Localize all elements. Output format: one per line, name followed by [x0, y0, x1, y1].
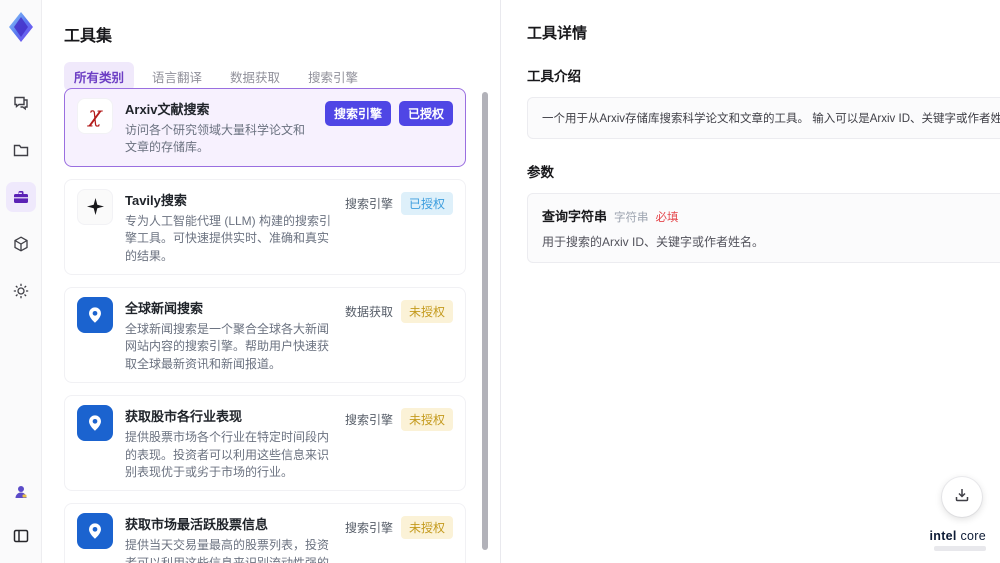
panel-toggle-icon — [12, 527, 30, 545]
rail-nav — [5, 88, 36, 306]
sidebar-item-tools[interactable] — [5, 182, 36, 212]
rail-bottom — [6, 477, 36, 551]
scrollbar-track — [482, 92, 488, 559]
param-type: 字符串 — [614, 212, 649, 224]
status-badge: 未授权 — [400, 516, 453, 540]
intel-wordmark: intel — [929, 529, 957, 543]
gear-icon — [12, 282, 30, 300]
sidebar-item-settings[interactable] — [6, 276, 36, 306]
category-tab[interactable]: 搜索引擎 — [298, 62, 368, 91]
core-wordmark: core — [960, 529, 986, 543]
tool-info: Tavily搜索 专为人工智能代理 (LLM) 构建的搜索引擎工具。可快速提供实… — [125, 189, 333, 265]
intro-box: 一个用于从Arxiv存储库搜索科学论文和文章的工具。 输入可以是Arxiv ID… — [527, 97, 1000, 139]
intel-core-logo: intel core — [929, 529, 986, 551]
sidebar-item-models[interactable] — [6, 229, 36, 259]
map-pin-icon — [89, 415, 101, 431]
status-badge: 已授权 — [400, 191, 453, 215]
detail-title: 工具详情 — [527, 25, 588, 42]
params-list: 查询字符串 字符串 必填 用于搜索的Arxiv ID、关键字或作者姓名。 — [527, 193, 1000, 263]
param-name: 查询字符串 — [542, 209, 608, 224]
status-badge: 未授权 — [400, 299, 453, 323]
download-button[interactable] — [942, 477, 982, 517]
chat-icon — [12, 94, 30, 112]
arxiv-icon: χ — [88, 103, 102, 128]
category-badge: 搜索引擎 — [324, 101, 391, 126]
cube-icon — [12, 235, 30, 253]
param-description: 用于搜索的Arxiv ID、关键字或作者姓名。 — [542, 235, 765, 249]
tool-card[interactable]: χ Tavily搜索 — [64, 178, 466, 275]
collapse-panel-button[interactable] — [6, 521, 36, 551]
tool-name: 获取股市各行业表现 — [125, 409, 243, 425]
status-badge: 未授权 — [400, 408, 453, 432]
tool-description: 全球新闻搜索是一个聚合全球各大新闻网站内容的搜索引擎。帮助用户快速获取全球最新资… — [125, 321, 330, 371]
tool-card[interactable]: χ Arxiv文献搜索 访问各个研究领域大量科学论文和文章的存储库。 搜索引擎 … — [64, 88, 466, 167]
category-tab[interactable]: 语言翻译 — [142, 62, 212, 91]
sidebar-item-files[interactable] — [6, 135, 36, 165]
category-badge: 搜索引擎 — [344, 413, 393, 428]
tool-info: 全球新闻搜索 全球新闻搜索是一个聚合全球各大新闻网站内容的搜索引擎。帮助用户快速… — [125, 297, 333, 373]
tools-panel: 工具集 所有类别 语言翻译 数据获取 搜索引擎 χ Arxiv文献搜索 访问各个… — [42, 0, 500, 563]
category-badge: 搜索引擎 — [344, 521, 393, 536]
category-badge: 搜索引擎 — [344, 196, 393, 211]
tool-name: Tavily搜索 — [125, 192, 187, 208]
scrollbar-thumb[interactable] — [482, 92, 488, 550]
tool-description: 访问各个研究领域大量科学论文和文章的存储库。 — [125, 123, 306, 155]
tool-badges: 搜索引擎 未授权 — [344, 408, 453, 432]
star-icon — [86, 198, 104, 216]
user-avatar-button[interactable] — [6, 477, 36, 507]
tool-description: 提供当天交易量最高的股票列表，投资者可以利用这些信息来识别流动性强的股票和潜在的… — [125, 538, 330, 563]
tool-name: 获取市场最活跃股票信息 — [125, 517, 269, 533]
intro-text: 一个用于从Arxiv存储库搜索科学论文和文章的工具。 输入可以是Arxiv ID… — [542, 113, 1000, 125]
tool-info: 获取股市各行业表现 提供股票市场各个行业在特定时间段内的表现。投资者可以利用这些… — [125, 405, 333, 481]
icon-rail — [0, 0, 42, 563]
folder-icon — [12, 141, 30, 159]
intel-ultra-badge — [934, 546, 986, 551]
app-window: 工具集 所有类别 语言翻译 数据获取 搜索引擎 χ Arxiv文献搜索 访问各个… — [0, 0, 1000, 563]
map-pin-icon — [89, 523, 101, 539]
app-logo — [7, 10, 35, 44]
map-pin-icon — [89, 307, 101, 323]
category-tab[interactable]: 数据获取 — [220, 62, 290, 91]
param-box: 查询字符串 字符串 必填 用于搜索的Arxiv ID、关键字或作者姓名。 — [527, 193, 1000, 263]
tool-card[interactable]: χ 获取市场最活跃股票信息 — [64, 503, 466, 563]
tool-info: Arxiv文献搜索 访问各个研究领域大量科学论文和文章的存储库。 — [125, 98, 313, 157]
category-tab[interactable]: 所有类别 — [64, 62, 135, 91]
tool-card[interactable]: χ 获取股市各行业表现 — [64, 395, 466, 492]
tool-icon: χ — [77, 188, 113, 225]
intro-heading: 工具介绍 — [527, 69, 581, 84]
tool-icon: χ — [77, 513, 113, 550]
param-head: 查询字符串 字符串 必填 — [542, 206, 1000, 225]
category-badge: 数据获取 — [344, 304, 393, 319]
tool-info: 获取市场最活跃股票信息 提供当天交易量最高的股票列表，投资者可以利用这些信息来识… — [125, 513, 333, 563]
tool-icon: χ — [77, 98, 113, 134]
briefcase-icon — [12, 188, 30, 206]
user-icon — [12, 483, 30, 501]
page-title: 工具集 — [64, 28, 113, 45]
params-heading: 参数 — [527, 165, 554, 180]
tool-name: 全球新闻搜索 — [125, 300, 204, 316]
tool-name: Arxiv文献搜索 — [125, 102, 210, 117]
param-required-flag: 必填 — [655, 212, 679, 224]
tool-icon: χ — [77, 296, 113, 333]
tool-description: 专为人工智能代理 (LLM) 构建的搜索引擎工具。可快速提供实时、准确和真实的结… — [125, 213, 332, 263]
download-icon — [953, 486, 971, 509]
tool-detail-panel: 工具详情 工具介绍 一个用于从Arxiv存储库搜索科学论文和文章的工具。 输入可… — [500, 0, 1000, 563]
tool-icon: χ — [77, 405, 113, 442]
tool-badges: 搜索引擎 未授权 — [344, 516, 453, 540]
tool-description: 提供股票市场各个行业在特定时间段内的表现。投资者可以利用这些信息来识别表现优于或… — [125, 430, 330, 479]
tool-badges: 搜索引擎 已授权 — [344, 191, 453, 215]
category-tabs: 所有类别 语言翻译 数据获取 搜索引擎 — [64, 62, 480, 91]
tool-badges: 数据获取 未授权 — [344, 299, 453, 323]
status-badge: 已授权 — [398, 101, 453, 126]
sidebar-item-chat[interactable] — [6, 88, 36, 118]
tool-badges: 搜索引擎 已授权 — [324, 101, 453, 126]
tool-card[interactable]: χ 全球新闻搜索 — [64, 286, 466, 384]
tool-list: χ Arxiv文献搜索 访问各个研究领域大量科学论文和文章的存储库。 搜索引擎 … — [64, 88, 466, 563]
